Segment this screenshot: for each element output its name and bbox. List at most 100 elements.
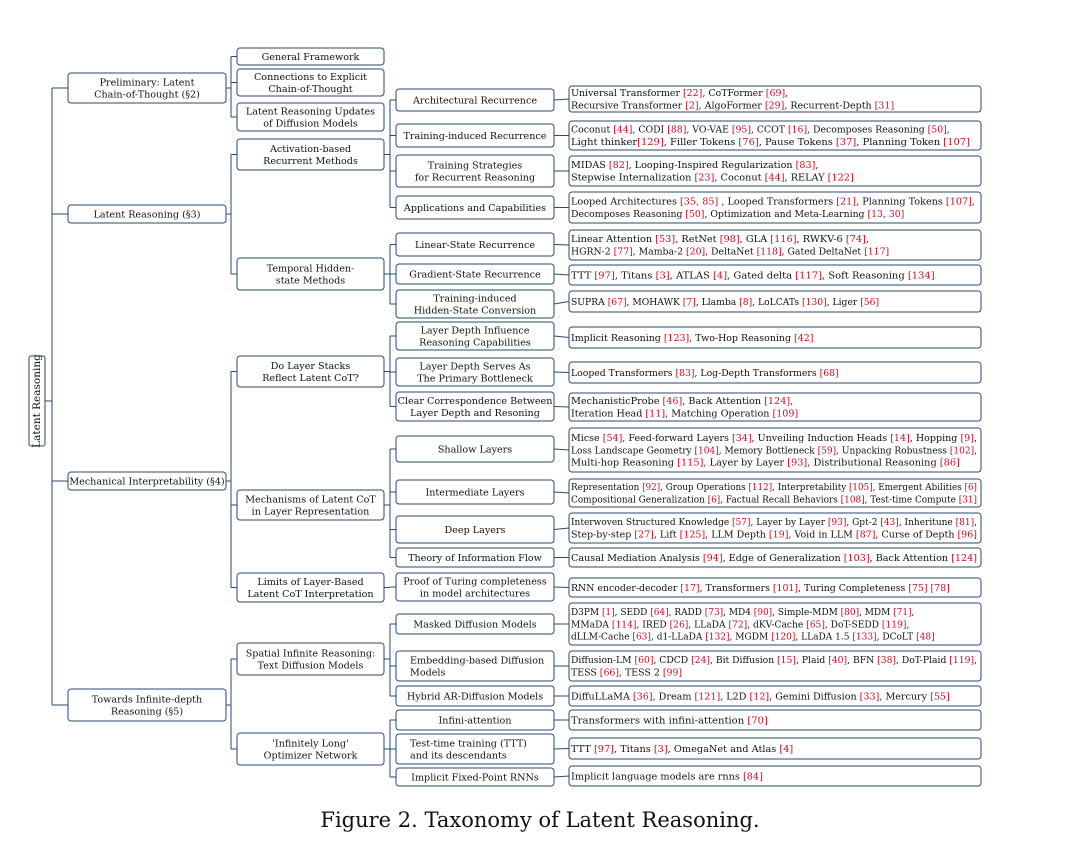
references-ldspb: Looped Transformers [83], Log-Depth Tran… (568, 361, 982, 384)
references-tif-text: Causal Mediation Analysis [94], Edge of … (571, 553, 977, 564)
subcategory-conn-label: Chain-of-Thought (268, 84, 352, 95)
topic-appcap: Applications and Capabilities (395, 195, 555, 220)
topic-deep: Deep Layers (395, 515, 555, 544)
subcategory-sir-label: Text Diffusion Models (258, 660, 364, 671)
category-tidr-label: Reasoning (§5) (111, 706, 183, 717)
subcategory-lrud-label: Latent Reasoning Updates (246, 107, 375, 118)
topic-lsr: Linear-State Recurrence (395, 232, 555, 257)
category-tidr-label: Towards Infinite-depth (92, 695, 202, 706)
references-ldspb-text: Looped Transformers [83], Log-Depth Tran… (571, 368, 839, 379)
tree-edge (553, 371, 570, 373)
topic-deep-label: Deep Layers (445, 525, 506, 536)
references-ifp-text: Implicit language models are rnns [84] (571, 771, 763, 782)
category-prelim-label: Chain-of-Thought (§2) (94, 89, 200, 100)
topic-lsr-label: Linear-State Recurrence (415, 240, 535, 251)
topic-hard: Hybrid AR-Diffusion Models (395, 685, 555, 707)
references-shallow-text: Micse [54], Feed-forward Layers [34], Un… (571, 433, 977, 444)
topic-ptc: Proof of Turing completenessin model arc… (395, 572, 555, 602)
references-ptc-text: RNN encoder-decoder [17], Transformers [… (571, 583, 950, 594)
topic-appcap-label: Applications and Capabilities (403, 203, 546, 214)
category-mi4-label: Mechanical Interpretability (§4) (69, 476, 224, 487)
references-tif: Causal Mediation Analysis [94], Edge of … (568, 547, 982, 568)
topic-ptc-label: in model architectures (420, 588, 530, 599)
references-mdm-text: dLLM-Cache [63], d1-LLaDA [132], MGDM [1… (571, 632, 935, 643)
subcategory-arm: Activation-basedRecurrent Methods (236, 138, 385, 171)
root-node: Latent Reasoning (28, 354, 46, 448)
references-lsr-text: Linear Attention [53], RetNet [98], GLA … (571, 234, 869, 245)
topic-ebdm-label: Models (410, 667, 445, 678)
topic-ccb-label: Layer Depth and Resoning (410, 408, 540, 419)
subcategory-gf-label: General Framework (262, 52, 360, 63)
category-mi4: Mechanical Interpretability (§4) (67, 471, 227, 491)
tree-edge (553, 406, 570, 408)
topic-ldspb-label: Layer Depth Serves As (419, 362, 530, 373)
topic-ebdm: Embedding-based DiffusionModels (395, 650, 555, 682)
subcategory-lrud: Latent Reasoning Updatesof Diffusion Mod… (236, 102, 385, 132)
references-gsr: TTT [97], Titans [3], ATLAS [4], Gated d… (568, 264, 982, 286)
references-ptc: RNN encoder-decoder [17], Transformers [… (568, 577, 982, 598)
references-mdm: D3PM [1], SEDD [64], RADD [73], MD4 [90]… (568, 602, 982, 646)
tree-edge (553, 448, 570, 451)
references-infatt-text: Transformers with infini-attention [70] (571, 715, 768, 726)
subcategory-mlcot-label: Mechanisms of Latent CoT (245, 495, 376, 506)
references-ldirc: Implicit Reasoning [123], Two-Hop Reason… (568, 326, 982, 349)
topic-ifp: Implicit Fixed-Point RNNs (395, 767, 555, 787)
references-shallow-text: Multi-hop Reasoning [115], Layer by Laye… (571, 458, 960, 469)
references-ldirc-text: Implicit Reasoning [123], Two-Hop Reason… (571, 333, 813, 344)
references-ebdm-text: TESS [66], TESS 2 [99] (571, 668, 682, 679)
topic-trainrec-label: Training-induced Recurrence (404, 131, 547, 142)
category-tidr: Towards Infinite-depthReasoning (§5) (67, 688, 227, 722)
topic-tif: Theory of Information Flow (395, 547, 555, 568)
references-tsrr: MIDAS [82], Looping-Inspired Regularizat… (568, 155, 982, 187)
subcategory-dls-label: Reflect Latent CoT? (262, 373, 359, 384)
references-mdm-text: D3PM [1], SEDD [64], RADD [73], MD4 [90]… (571, 607, 914, 618)
subcategory-thsm-label: state Methods (276, 275, 346, 286)
topic-tsrr: Training Strategiesfor Recurrent Reasoni… (395, 154, 555, 188)
subcategory-conn-label: Connections to Explicit (254, 72, 367, 83)
subcategory-limits: Limits of Layer-BasedLatent CoT Interpre… (236, 572, 385, 603)
references-shallow: Micse [54], Feed-forward Layers [34], Un… (568, 427, 982, 473)
references-deep-text: Interwoven Structured Knowledge [57], La… (571, 517, 977, 528)
topic-hard-label: Hybrid AR-Diffusion Models (407, 691, 543, 702)
tree-edge (553, 98, 570, 101)
root-label: Latent Reasoning (31, 354, 43, 448)
references-tsrr-text: Stepwise Internalization [23], Coconut [… (571, 173, 854, 184)
topic-infatt: Infini-attention (395, 709, 555, 731)
references-ifp: Implicit language models are rnns [84] (568, 765, 982, 787)
references-tsrr-text: MIDAS [82], Looping-Inspired Regularizat… (571, 160, 818, 171)
topic-tihsc-label: Training-induced (433, 294, 516, 305)
topic-ldspb-label: The Primary Bottleneck (417, 373, 533, 384)
subcategory-thsm-label: Temporal Hidden- (267, 264, 355, 275)
topic-tsrr-label: Training Strategies (428, 161, 523, 172)
topic-infatt-label: Infini-attention (438, 715, 511, 726)
tree-edge (553, 586, 570, 588)
references-inter-text: Representation [92], Group Operations [1… (571, 482, 977, 493)
references-gsr-text: TTT [97], Titans [3], ATLAS [4], Gated d… (571, 270, 935, 281)
references-ttt-text: TTT [97], Titans [3], OmegaNet and Atlas… (571, 744, 793, 755)
subcategory-lrud-label: of Diffusion Models (263, 118, 358, 129)
tree-edge (553, 527, 570, 530)
references-trainrec-text: Light thinker [129], Filler Tokens [76], … (571, 137, 970, 148)
references-ttt: TTT [97], Titans [3], OmegaNet and Atlas… (568, 737, 982, 760)
references-appcap: Looped Architectures [35, 85] , Looped T… (568, 191, 982, 224)
tree-edge (553, 748, 570, 750)
references-archrec-text: Recursive Transformer [2], AlgoFormer [2… (571, 101, 894, 112)
references-trainrec-text: Coconut [44], CODI [88], VO-VAE [95], CC… (571, 125, 950, 136)
references-archrec: Universal Transformer [22], CoTFormer [6… (568, 85, 982, 113)
references-ccb: MechanisticProbe [46], Back Attention [1… (568, 392, 982, 422)
references-ccb-text: MechanisticProbe [46], Back Attention [1… (571, 396, 793, 407)
topic-ebdm-label: Embedding-based Diffusion (410, 656, 544, 667)
topic-ldirc: Layer Depth InfluenceReasoning Capabilit… (395, 321, 555, 351)
subcategory-mlcot: Mechanisms of Latent CoTin Layer Represe… (236, 489, 385, 521)
subcategory-dls-label: Do Layer Stacks (271, 361, 351, 372)
topic-ttt-label: Test-time training (TTT) (410, 739, 527, 750)
subcategory-arm-label: Recurrent Methods (263, 156, 358, 167)
topic-shallow-label: Shallow Layers (438, 444, 512, 455)
tree-edge (553, 273, 570, 276)
references-ebdm: Diffusion-LM [60], CDCD [24], Bit Diffus… (568, 650, 982, 682)
subcategory-limits-label: Latent CoT Interpretation (247, 589, 373, 600)
topic-mdm-label: Masked Diffusion Models (413, 619, 536, 630)
topic-trainrec: Training-induced Recurrence (395, 123, 555, 148)
tree-edge (553, 335, 570, 338)
references-appcap-text: Looped Architectures [35, 85] , Looped T… (571, 197, 975, 208)
